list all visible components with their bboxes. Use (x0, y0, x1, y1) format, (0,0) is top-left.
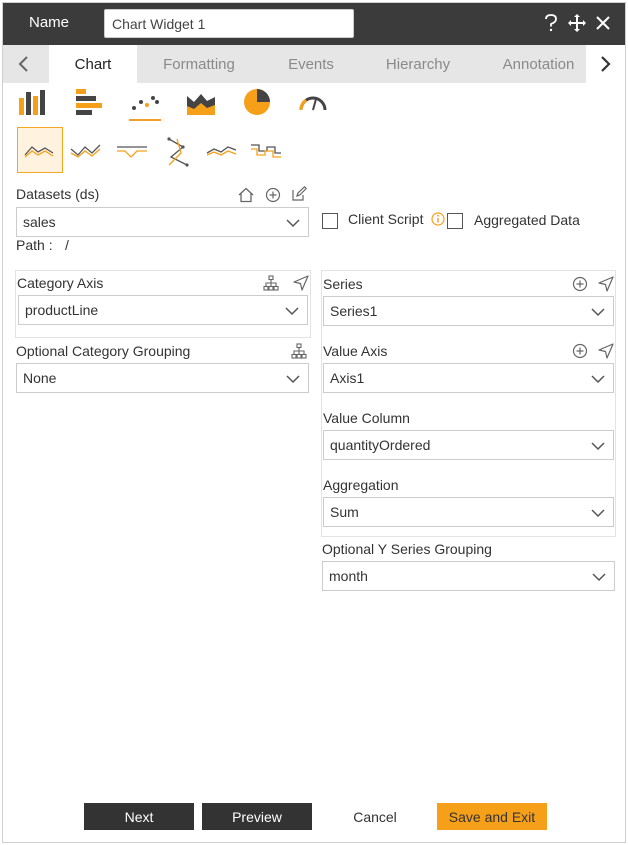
value-axis-value: Axis1 (330, 370, 365, 386)
move-icon[interactable] (567, 12, 587, 34)
series-label: Series (323, 276, 363, 292)
tab-scroll-right-button[interactable] (586, 45, 625, 83)
chart-widget-dialog: Name Chart Formatting Events Hierarchy A… (2, 2, 626, 843)
client-script-label: Client Script (348, 211, 424, 227)
value-axis-label: Value Axis (323, 343, 388, 359)
next-button[interactable]: Next (84, 803, 194, 830)
tab-chart[interactable]: Chart (49, 45, 137, 83)
chevron-down-icon (591, 308, 605, 317)
client-script-checkbox[interactable] (322, 213, 338, 229)
chevron-down-icon (286, 375, 300, 384)
help-icon[interactable] (541, 12, 561, 34)
y-series-grouping-value: month (329, 568, 368, 584)
step-area-chart-icon[interactable] (113, 137, 151, 163)
home-icon[interactable] (238, 187, 254, 203)
dialog-header: Name (3, 3, 625, 45)
category-grouping-select[interactable]: None (16, 363, 309, 393)
navigate-icon[interactable] (598, 276, 614, 292)
line-chart-icon[interactable] (21, 137, 59, 163)
hierarchy-icon[interactable] (291, 343, 307, 359)
edit-dataset-icon[interactable] (291, 186, 307, 202)
value-column-select[interactable]: quantityOrdered (323, 430, 614, 460)
path-value: / (65, 237, 69, 253)
chevron-right-icon (600, 56, 611, 72)
datasets-label: Datasets (ds) (16, 186, 100, 202)
tab-annotation[interactable]: Annotation (491, 45, 586, 83)
datasets-select[interactable]: sales (16, 207, 309, 237)
value-column-value: quantityOrdered (330, 437, 431, 453)
chevron-down-icon (591, 375, 605, 384)
area-chart-icon[interactable] (185, 87, 217, 117)
datasets-value: sales (23, 214, 56, 230)
value-axis-select[interactable]: Axis1 (323, 363, 614, 393)
category-grouping-value: None (23, 370, 57, 386)
hierarchy-icon[interactable] (263, 275, 279, 291)
aggregation-label: Aggregation (323, 477, 399, 493)
navigate-icon[interactable] (293, 275, 309, 291)
scatter-chart-icon[interactable] (129, 87, 161, 117)
chevron-left-icon (18, 56, 28, 72)
pie-chart-icon[interactable] (241, 87, 273, 117)
category-axis-select[interactable]: productLine (18, 295, 308, 325)
tab-hierarchy[interactable]: Hierarchy (373, 45, 463, 83)
name-label: Name (29, 14, 70, 31)
cancel-button[interactable]: Cancel (320, 803, 430, 830)
value-column-label: Value Column (323, 410, 410, 426)
series-select[interactable]: Series1 (323, 296, 614, 326)
navigate-icon[interactable] (598, 343, 614, 359)
chevron-down-icon (591, 509, 605, 518)
chevron-down-icon (592, 573, 606, 582)
scatter-line-chart-icon[interactable] (159, 135, 197, 169)
category-axis-value: productLine (25, 302, 99, 318)
add-series-icon[interactable] (572, 276, 588, 292)
add-axis-icon[interactable] (572, 343, 588, 359)
close-icon[interactable] (593, 12, 613, 34)
y-series-grouping-label: Optional Y Series Grouping (322, 541, 492, 557)
horizontal-bar-chart-icon[interactable] (73, 87, 105, 117)
category-grouping-label: Optional Category Grouping (16, 343, 191, 359)
name-input[interactable] (104, 9, 354, 38)
series-value: Series1 (330, 303, 378, 319)
chevron-down-icon (285, 307, 299, 316)
tab-events[interactable]: Events (271, 45, 351, 83)
aggregation-select[interactable]: Sum (323, 497, 614, 527)
bar-chart-icon[interactable] (17, 87, 49, 117)
tab-formatting[interactable]: Formatting (149, 45, 249, 83)
line-markers-chart-icon[interactable] (67, 137, 105, 163)
chevron-down-icon (591, 442, 605, 451)
smooth-line-chart-icon[interactable] (203, 137, 241, 163)
path-label: Path : (16, 237, 53, 253)
gauge-chart-icon[interactable] (297, 87, 329, 117)
tab-scroll-left-button[interactable] (3, 45, 43, 83)
chevron-down-icon (286, 219, 300, 228)
info-icon[interactable] (431, 212, 445, 226)
aggregation-value: Sum (330, 504, 359, 520)
category-axis-label: Category Axis (17, 275, 104, 291)
aggregated-data-checkbox[interactable] (447, 213, 463, 229)
tab-bar: Chart Formatting Events Hierarchy Annota… (3, 45, 625, 83)
y-series-grouping-select[interactable]: month (322, 561, 615, 591)
chart-type-selected-indicator (129, 119, 161, 121)
preview-button[interactable]: Preview (202, 803, 312, 830)
step-line-chart-icon[interactable] (247, 137, 285, 163)
save-and-exit-button[interactable]: Save and Exit (437, 803, 547, 830)
aggregated-data-label: Aggregated Data (474, 212, 580, 228)
add-dataset-icon[interactable] (265, 187, 281, 203)
